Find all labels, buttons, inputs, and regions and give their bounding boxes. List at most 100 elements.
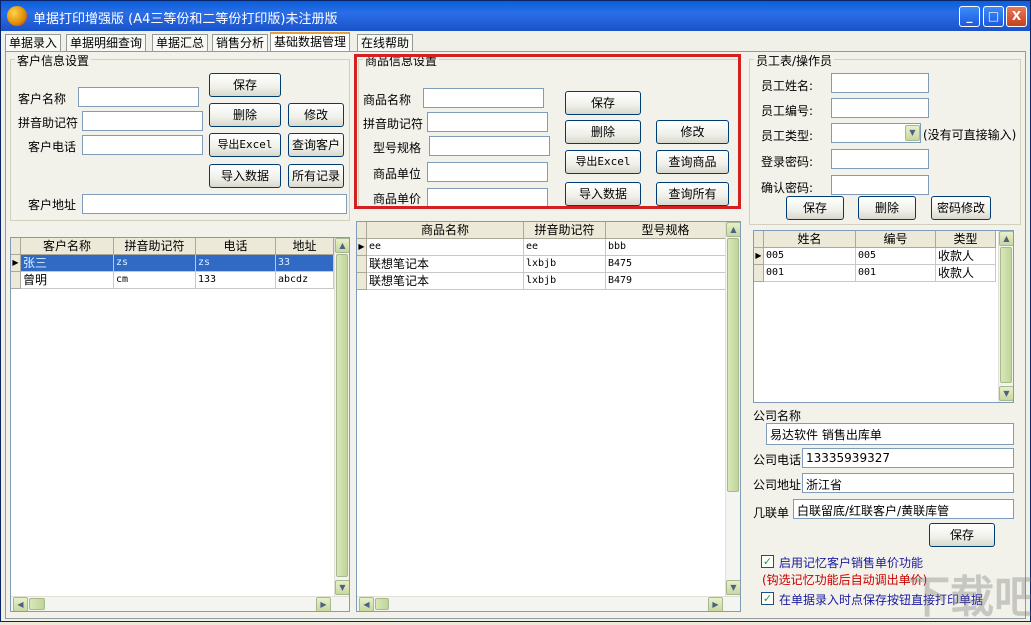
customer-address-input[interactable]	[82, 194, 347, 214]
product-cell-name[interactable]: 联想笔记本	[367, 256, 524, 273]
chevron-down-icon[interactable]: ▼	[905, 125, 920, 141]
tab-analysis[interactable]: 销售分析	[212, 34, 269, 52]
employee-change-password-button[interactable]: 密码修改	[931, 196, 991, 220]
employee-cell-name[interactable]: 001	[764, 265, 856, 282]
customer-query-button[interactable]: 查询客户	[288, 133, 344, 157]
customer-phone-input[interactable]	[82, 135, 203, 155]
scroll-left-icon[interactable]: ◀	[13, 597, 28, 611]
scroll-up-icon[interactable]: ▲	[335, 238, 349, 253]
product-cell-model[interactable]: B475	[606, 256, 726, 273]
employee-col-id[interactable]: 编号	[856, 231, 936, 248]
company-address-input[interactable]: 浙江省	[802, 473, 1014, 493]
customer-col-address[interactable]: 地址	[276, 238, 334, 255]
product-cell-pinyin[interactable]: lxbjb	[524, 273, 606, 290]
product-col-model[interactable]: 型号规格	[606, 222, 726, 239]
company-address-label: 公司地址	[753, 478, 802, 492]
product-col-name[interactable]: 商品名称	[367, 222, 524, 239]
customer-cell-name[interactable]: 曾明	[21, 272, 114, 289]
company-name-input[interactable]: 易达软件 销售出库单	[766, 423, 1014, 445]
customer-col-phone[interactable]: 电话	[196, 238, 276, 255]
scroll-right-icon[interactable]: ▶	[316, 597, 331, 611]
employee-cell-type[interactable]: 收款人	[936, 248, 996, 265]
scroll-up-icon[interactable]: ▲	[726, 222, 740, 237]
customer-hscrollbar[interactable]: ◀ ▶	[11, 596, 349, 611]
customer-col-pinyin[interactable]: 拼音助记符	[114, 238, 196, 255]
employee-table[interactable]: 姓名 编号 类型 ▶ 005 005 收款人 001 001 收款人 ▲ ▼	[753, 230, 1014, 403]
customer-col-name[interactable]: 客户名称	[21, 238, 114, 255]
employee-cell-id[interactable]: 001	[856, 265, 936, 282]
customer-cell-address[interactable]: abcdz	[276, 272, 334, 289]
print-on-save-checkbox[interactable]: ✓	[761, 592, 774, 605]
tab-entry[interactable]: 单据录入	[5, 34, 62, 52]
employee-vscrollbar[interactable]: ▲ ▼	[998, 231, 1013, 402]
scroll-left-icon[interactable]: ◀	[359, 597, 374, 611]
product-cell-model[interactable]: B479	[606, 273, 726, 290]
employee-type-hint: (没有可直接输入)	[923, 128, 1017, 142]
scroll-thumb[interactable]	[727, 238, 739, 492]
product-cell-name[interactable]: 联想笔记本	[367, 273, 524, 290]
customer-import-button[interactable]: 导入数据	[209, 164, 281, 188]
row-indicator	[357, 273, 367, 290]
customer-save-button[interactable]: 保存	[209, 73, 281, 97]
customer-all-records-button[interactable]: 所有记录	[288, 164, 344, 188]
customer-cell-phone[interactable]: 133	[196, 272, 276, 289]
minimize-button[interactable]: _	[959, 6, 980, 27]
customer-delete-button[interactable]: 删除	[209, 103, 281, 127]
employee-save-button[interactable]: 保存	[786, 196, 844, 220]
employee-cell-name[interactable]: 005	[764, 248, 856, 265]
customer-name-input[interactable]	[78, 87, 199, 107]
product-cell-pinyin[interactable]: lxbjb	[524, 256, 606, 273]
row-pointer-icon: ▶	[754, 248, 764, 265]
employee-id-input[interactable]	[831, 98, 929, 118]
scroll-right-icon[interactable]: ▶	[708, 597, 723, 611]
customer-cell-pinyin[interactable]: cm	[114, 272, 196, 289]
scroll-up-icon[interactable]: ▲	[999, 231, 1013, 246]
employee-confirm-input[interactable]	[831, 175, 929, 195]
company-save-button[interactable]: 保存	[929, 523, 995, 547]
scroll-down-icon[interactable]: ▼	[726, 580, 740, 595]
scroll-down-icon[interactable]: ▼	[999, 386, 1013, 401]
customer-cell-phone[interactable]: zs	[196, 255, 276, 272]
product-cell-pinyin[interactable]: ee	[524, 239, 606, 256]
customer-cell-name[interactable]: 张三	[21, 255, 114, 272]
employee-cell-id[interactable]: 005	[856, 248, 936, 265]
copies-input[interactable]: 白联留底/红联客户/黄联库管	[793, 499, 1014, 519]
customer-table[interactable]: 客户名称 拼音助记符 电话 地址 ▶ 张三 zs zs 33 曾明 cm 133…	[10, 237, 350, 612]
product-cell-name[interactable]: ee	[367, 239, 524, 256]
customer-pinyin-input[interactable]	[82, 111, 203, 131]
employee-name-input[interactable]	[831, 73, 929, 93]
product-table[interactable]: 商品名称 拼音助记符 型号规格 ▶ ee ee bbb 联想笔记本 lxbjb …	[356, 221, 741, 612]
scroll-thumb[interactable]	[1000, 247, 1012, 383]
customer-export-button[interactable]: 导出Excel	[209, 133, 281, 157]
customer-edit-button[interactable]: 修改	[288, 103, 344, 127]
employee-group-title: 员工表/操作员	[754, 52, 835, 69]
scroll-down-icon[interactable]: ▼	[335, 580, 349, 595]
tab-detail-query[interactable]: 单据明细查询	[66, 34, 147, 52]
product-vscrollbar[interactable]: ▲ ▼	[725, 222, 740, 596]
product-hscrollbar[interactable]: ◀ ▶	[357, 596, 740, 611]
close-button[interactable]: X	[1006, 6, 1027, 27]
employee-col-name[interactable]: 姓名	[764, 231, 856, 248]
product-cell-model[interactable]: bbb	[606, 239, 726, 256]
employee-password-input[interactable]	[831, 149, 929, 169]
tab-help[interactable]: 在线帮助	[357, 34, 414, 52]
employee-delete-button[interactable]: 删除	[858, 196, 916, 220]
employee-col-type[interactable]: 类型	[936, 231, 996, 248]
tab-summary[interactable]: 单据汇总	[152, 34, 209, 52]
employee-cell-type[interactable]: 收款人	[936, 265, 996, 282]
product-col-pinyin[interactable]: 拼音助记符	[524, 222, 606, 239]
company-phone-input[interactable]: 13335939327	[802, 448, 1014, 468]
remember-price-label[interactable]: 启用记忆客户销售单价功能	[779, 554, 923, 571]
remember-price-checkbox[interactable]: ✓	[761, 555, 774, 568]
scroll-thumb[interactable]	[336, 254, 348, 577]
customer-vscrollbar[interactable]: ▲ ▼	[334, 238, 349, 596]
scroll-thumb[interactable]	[375, 598, 389, 610]
row-pointer-icon: ▶	[11, 255, 21, 272]
customer-cell-pinyin[interactable]: zs	[114, 255, 196, 272]
tab-base-data[interactable]: 基础数据管理	[270, 32, 351, 52]
company-phone-label: 公司电话	[753, 453, 802, 467]
scroll-thumb[interactable]	[29, 598, 45, 610]
customer-cell-address[interactable]: 33	[276, 255, 334, 272]
maximize-button[interactable]: □	[983, 6, 1004, 27]
title-bar[interactable]: 单据打印增强版 (A4三等份和二等份打印版)未注册版 _ □ X	[1, 1, 1030, 31]
